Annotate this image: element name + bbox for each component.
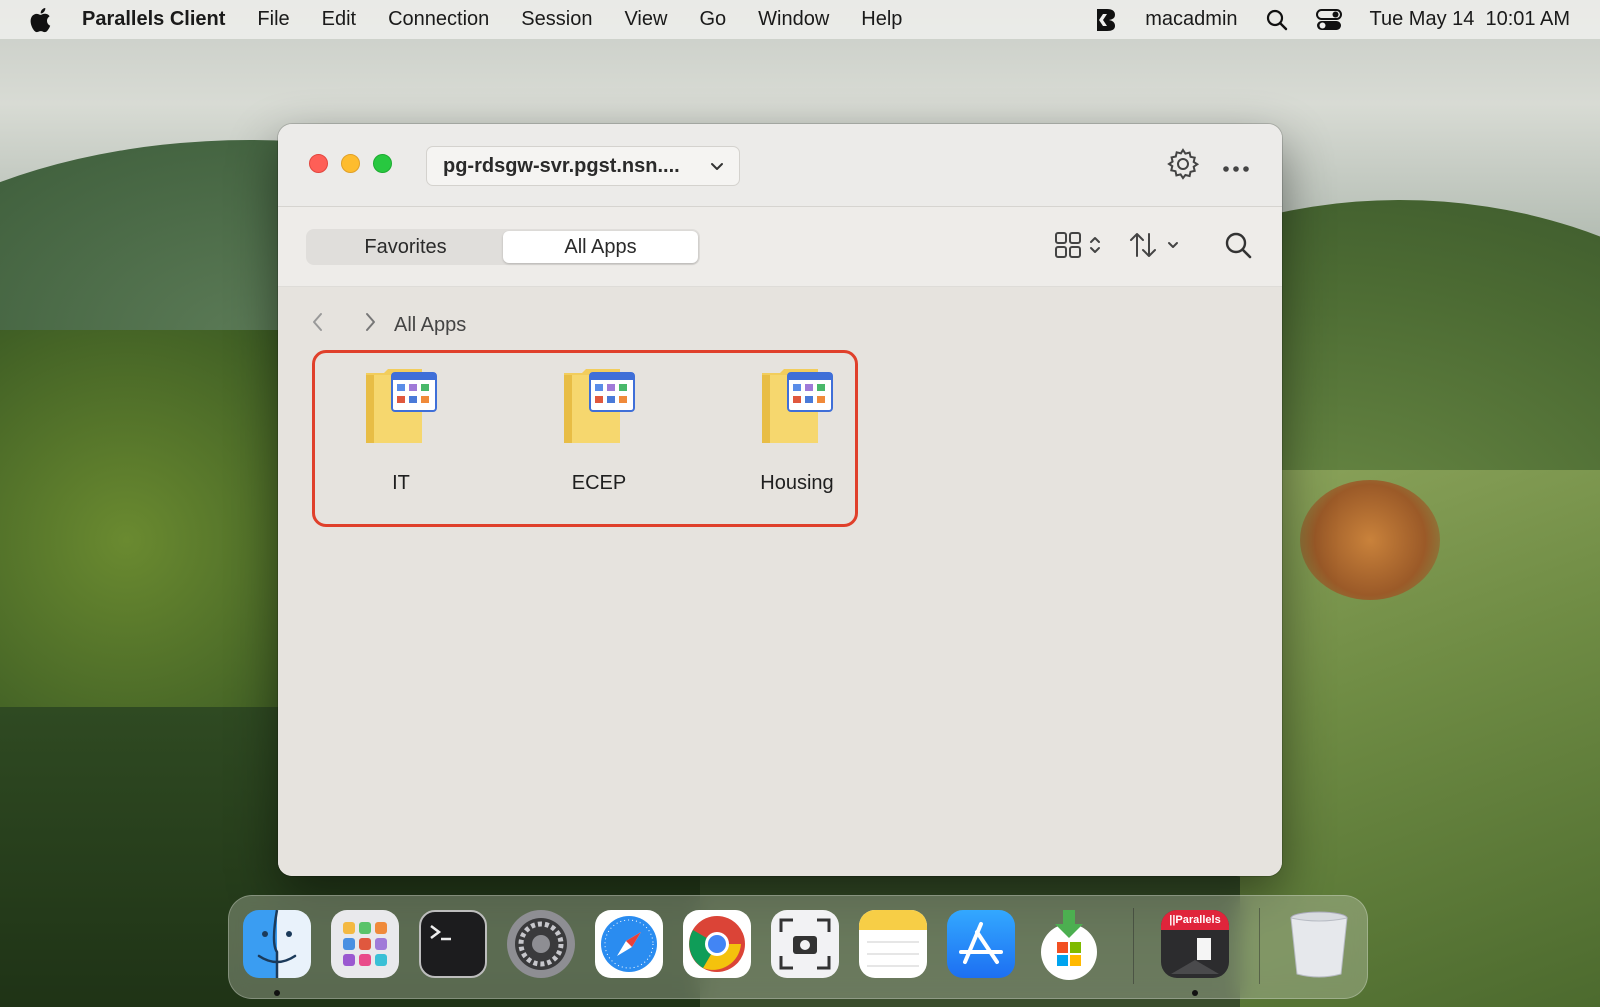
parallels-label: ||Parallels: [1161, 910, 1229, 930]
menu-app-name[interactable]: Parallels Client: [80, 8, 241, 31]
zoom-button[interactable]: [373, 154, 392, 173]
menu-help[interactable]: Help: [845, 8, 918, 31]
parallels-status-icon[interactable]: [1079, 7, 1131, 33]
search-icon[interactable]: [1224, 231, 1252, 259]
menu-user[interactable]: macadmin: [1131, 8, 1251, 31]
folder-item-it[interactable]: IT: [326, 369, 476, 495]
forward-chevron-icon[interactable]: [362, 311, 378, 339]
folder-name: IT: [392, 472, 410, 494]
sort-button[interactable]: [1128, 231, 1180, 264]
dock-separator: [1259, 908, 1260, 984]
menu-file[interactable]: File: [241, 8, 305, 31]
dock-separator: [1133, 908, 1134, 984]
folder-item-housing[interactable]: Housing: [722, 369, 872, 495]
terminal-icon[interactable]: [419, 910, 487, 978]
back-chevron-icon[interactable]: [310, 311, 326, 339]
apple-menu-icon[interactable]: [0, 7, 80, 33]
menu-edit[interactable]: Edit: [306, 8, 372, 31]
view-segmented-control: Favorites All Apps: [306, 229, 700, 265]
parallels-client-window: pg-rdsgw-svr.pgst.nsn.... Favorites All …: [278, 124, 1282, 876]
chevron-down-icon: [1166, 238, 1180, 257]
screenshot-icon[interactable]: [771, 910, 839, 978]
folder-name: Housing: [760, 472, 834, 494]
window-titlebar: pg-rdsgw-svr.pgst.nsn....: [278, 124, 1282, 207]
menu-connection[interactable]: Connection: [372, 8, 505, 31]
safari-icon[interactable]: [595, 910, 663, 978]
spotlight-search-icon[interactable]: [1252, 9, 1302, 31]
running-indicator: [274, 990, 280, 996]
menu-go[interactable]: Go: [683, 8, 742, 31]
chevron-down-icon: [709, 157, 725, 180]
chevron-updown-icon: [1088, 234, 1102, 261]
breadcrumb: All Apps: [310, 311, 466, 339]
settings-gear-icon[interactable]: [1166, 147, 1200, 186]
folder-name: ECEP: [571, 472, 627, 494]
chrome-icon[interactable]: [683, 910, 751, 978]
breadcrumb-current: All Apps: [394, 313, 467, 336]
view-mode-button[interactable]: [1054, 231, 1102, 264]
menu-session[interactable]: Session: [505, 8, 608, 31]
folder-item-ecep[interactable]: ECEP: [524, 369, 674, 495]
minimize-button[interactable]: [341, 154, 360, 173]
system-settings-icon[interactable]: [507, 910, 575, 978]
control-center-icon[interactable]: [1302, 8, 1356, 31]
grid-view-icon: [1054, 231, 1082, 264]
close-button[interactable]: [309, 154, 328, 173]
notes-icon[interactable]: [859, 910, 927, 978]
running-indicator: [1192, 990, 1198, 996]
apps-content-area: All Apps IT ECEP Housing: [278, 287, 1282, 876]
trash-icon[interactable]: [1285, 910, 1353, 978]
finder-icon[interactable]: [243, 910, 311, 978]
parallels-client-icon[interactable]: ||Parallels: [1161, 910, 1229, 978]
server-name: pg-rdsgw-svr.pgst.nsn....: [443, 154, 680, 177]
tab-all-apps[interactable]: All Apps: [503, 231, 698, 263]
app-folder-icon: [562, 369, 636, 450]
more-options-icon[interactable]: [1222, 160, 1250, 178]
sort-arrows-icon: [1128, 231, 1158, 264]
dock: ||Parallels: [228, 895, 1368, 999]
windows-app-installer-icon[interactable]: [1035, 910, 1103, 980]
launchpad-icon[interactable]: [331, 910, 399, 978]
window-toolbar: Favorites All Apps: [278, 207, 1282, 287]
tab-favorites[interactable]: Favorites: [308, 231, 503, 263]
menu-window[interactable]: Window: [742, 8, 845, 31]
app-folder-icon: [364, 369, 438, 450]
menu-view[interactable]: View: [608, 8, 683, 31]
app-store-icon[interactable]: [947, 910, 1015, 978]
menu-clock[interactable]: Tue May 14 10:01 AM: [1356, 8, 1600, 31]
app-folder-icon: [760, 369, 834, 450]
menu-bar: Parallels Client File Edit Connection Se…: [0, 0, 1600, 39]
server-selector[interactable]: pg-rdsgw-svr.pgst.nsn....: [426, 146, 740, 186]
